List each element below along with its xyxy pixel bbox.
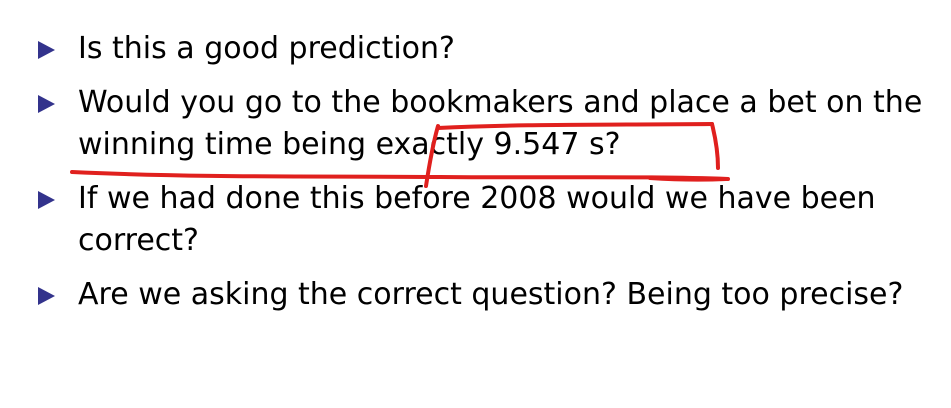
bullet-text: Are we asking the correct question? Bein…: [78, 277, 904, 312]
bullet-item-before-2008: If we had done this before 2008 would we…: [38, 178, 938, 262]
bullet-text: Is this a good prediction?: [78, 31, 455, 66]
triangle-bullet-icon: [38, 287, 55, 305]
bullet-item-bookmakers: Would you go to the bookmakers and place…: [38, 82, 938, 166]
triangle-bullet-icon: [38, 191, 55, 209]
bullet-item-correct-question: Are we asking the correct question? Bein…: [38, 274, 938, 316]
slide: Is this a good prediction? Would you go …: [0, 0, 951, 408]
bullet-item-prediction: Is this a good prediction?: [38, 28, 938, 70]
triangle-bullet-icon: [38, 41, 55, 59]
bullet-list: Is this a good prediction? Would you go …: [38, 28, 938, 328]
bullet-text: Would you go to the bookmakers and place…: [78, 85, 923, 162]
triangle-bullet-icon: [38, 95, 55, 113]
bullet-text: If we had done this before 2008 would we…: [78, 181, 876, 258]
